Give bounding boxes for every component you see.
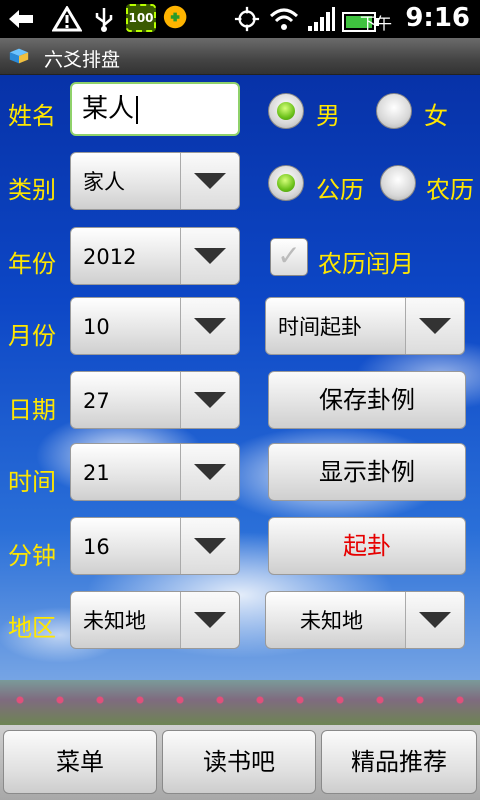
- title-bar: 六爻排盘: [0, 38, 480, 75]
- status-ampm: 下午: [359, 14, 392, 33]
- day-value: 27: [83, 389, 110, 413]
- category-spinner[interactable]: 家人: [70, 152, 240, 210]
- day-dropdown-button[interactable]: [180, 372, 239, 428]
- minute-spinner[interactable]: 16: [70, 517, 240, 575]
- chevron-down-icon: [194, 173, 226, 189]
- region2-spinner[interactable]: 未知地: [265, 591, 465, 649]
- chevron-down-icon: [194, 392, 226, 408]
- region-spinner[interactable]: 未知地: [70, 591, 240, 649]
- month-spinner[interactable]: 10: [70, 297, 240, 355]
- year-dropdown-button[interactable]: [180, 228, 239, 284]
- month-value: 10: [83, 315, 110, 339]
- category-label: 类别: [8, 176, 56, 204]
- gps-icon: [234, 6, 260, 32]
- gender-male-radio[interactable]: [268, 93, 304, 129]
- region2-value: 未知地: [300, 609, 363, 633]
- app-title: 六爻排盘: [44, 49, 121, 71]
- hour-dropdown-button[interactable]: [180, 444, 239, 500]
- calendar-solar-label[interactable]: 公历: [316, 170, 364, 205]
- chevron-down-icon: [194, 538, 226, 554]
- calendar-lunar-label[interactable]: 农历: [426, 170, 474, 205]
- year-value: 2012: [83, 245, 137, 269]
- hour-label: 时间: [8, 468, 56, 496]
- text-caret: [136, 95, 139, 124]
- region-label: 地区: [8, 614, 56, 642]
- read-book-button[interactable]: 读书吧: [162, 730, 316, 794]
- book-icon: [9, 48, 29, 64]
- leap-month-label[interactable]: 农历闰月: [318, 244, 414, 279]
- minute-value: 16: [83, 535, 110, 559]
- year-label: 年份: [8, 250, 56, 278]
- calendar-solar-radio[interactable]: [268, 165, 304, 201]
- method-value: 时间起卦: [278, 315, 362, 339]
- back-icon: [9, 10, 33, 28]
- day-label: 日期: [8, 396, 56, 424]
- chevron-down-icon: [419, 318, 451, 334]
- month-dropdown-button[interactable]: [180, 298, 239, 354]
- battery-saver-value: 100: [128, 11, 154, 25]
- save-case-button[interactable]: 保存卦例: [268, 371, 466, 429]
- method-dropdown-button[interactable]: [405, 298, 464, 354]
- gender-male-label[interactable]: 男: [316, 96, 340, 131]
- battery-saver-icon: 100: [126, 4, 156, 32]
- region-dropdown-button[interactable]: [180, 592, 239, 648]
- chevron-down-icon: [194, 318, 226, 334]
- category-dropdown-button[interactable]: [180, 153, 239, 209]
- name-value: 某人: [82, 94, 135, 124]
- method-spinner[interactable]: 时间起卦: [265, 297, 465, 355]
- background-flowers: [0, 680, 480, 730]
- status-time: 9:16: [405, 3, 470, 33]
- day-spinner[interactable]: 27: [70, 371, 240, 429]
- minute-dropdown-button[interactable]: [180, 518, 239, 574]
- chevron-down-icon: [419, 612, 451, 628]
- chevron-down-icon: [194, 612, 226, 628]
- chevron-down-icon: [194, 248, 226, 264]
- gender-female-radio[interactable]: [376, 93, 412, 129]
- app-icon: [163, 5, 187, 29]
- name-label: 姓名: [8, 102, 56, 130]
- chevron-down-icon: [194, 464, 226, 480]
- category-value: 家人: [83, 170, 125, 194]
- gender-female-label[interactable]: 女: [424, 96, 448, 131]
- show-case-button[interactable]: 显示卦例: [268, 443, 466, 501]
- minute-label: 分钟: [8, 542, 56, 570]
- month-label: 月份: [8, 322, 56, 350]
- start-divination-button[interactable]: 起卦: [268, 517, 466, 575]
- region2-dropdown-button[interactable]: [405, 592, 464, 648]
- featured-button[interactable]: 精品推荐: [321, 730, 477, 794]
- warning-icon: [52, 6, 82, 32]
- usb-icon: [95, 8, 113, 32]
- checkmark-icon: ✓: [277, 239, 301, 272]
- menu-button[interactable]: 菜单: [3, 730, 157, 794]
- hour-spinner[interactable]: 21: [70, 443, 240, 501]
- calendar-lunar-radio[interactable]: [380, 165, 416, 201]
- hour-value: 21: [83, 461, 110, 485]
- region-value: 未知地: [83, 609, 146, 633]
- bottom-bar: 菜单 读书吧 精品推荐: [0, 725, 480, 800]
- leap-month-checkbox[interactable]: ✓: [270, 238, 308, 276]
- name-input[interactable]: 某人: [70, 82, 240, 136]
- status-bar: 100 下午 9:16: [0, 0, 480, 38]
- signal-icon: [308, 7, 335, 31]
- year-spinner[interactable]: 2012: [70, 227, 240, 285]
- wifi-icon: [269, 8, 299, 30]
